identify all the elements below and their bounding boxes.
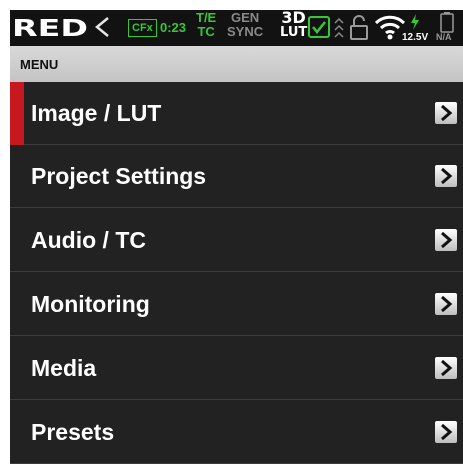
lut-bottom: LUT [280, 25, 308, 40]
unlock-icon[interactable] [348, 15, 370, 41]
back-button[interactable] [94, 15, 110, 45]
chevron-right-icon[interactable] [435, 229, 457, 251]
timecode-bottom: TC [197, 24, 215, 39]
menu-item-media[interactable]: Media [10, 337, 463, 400]
chevron-right-icon[interactable] [435, 357, 457, 379]
menu-item-project-settings[interactable]: Project Settings [10, 145, 463, 208]
menu-item-label: Audio / TC [31, 227, 146, 253]
timecode-top: T/E [196, 10, 217, 25]
sync-bottom: SYNC [227, 24, 264, 39]
menu-item-label: Presets [31, 419, 115, 445]
checkbox-icon[interactable] [308, 16, 330, 38]
status-bar: RED CFx 0:23 T/E TC GEN SYNC 3D LUT 12.5… [10, 10, 463, 46]
battery-status: N/A [436, 32, 452, 42]
menu-item-label: Monitoring [31, 291, 150, 317]
chevrons-up-icon [334, 17, 344, 38]
brand-text: RED [12, 17, 88, 39]
sync-top: GEN [230, 10, 260, 25]
power-bolt-icon [411, 14, 419, 30]
menu-item-presets[interactable]: Presets [10, 401, 463, 464]
red-logo: RED [12, 17, 88, 39]
selection-indicator [10, 82, 24, 145]
menu-item-label: Project Settings [31, 163, 207, 189]
lut-top: 3D [281, 8, 306, 27]
menu-list: Image / LUT Project Settings Audio / TC … [10, 82, 463, 464]
menu-item-image-lut[interactable]: Image / LUT [10, 82, 463, 145]
battery-icon [440, 12, 454, 33]
chevron-right-icon[interactable] [435, 421, 457, 443]
menu-header: MENU [10, 46, 463, 82]
menu-title: MENU [20, 57, 59, 72]
sync-indicator[interactable]: GEN SYNC [227, 11, 263, 39]
media-indicator[interactable]: CFx [128, 19, 157, 37]
media-remaining-time: 0:23 [160, 20, 187, 35]
timecode-indicator[interactable]: T/E TC [196, 11, 216, 39]
menu-item-label: Media [31, 355, 97, 381]
chevron-left-icon [95, 17, 109, 37]
voltage-readout: 12.5V [402, 32, 429, 43]
lut-indicator[interactable]: 3D LUT [280, 10, 307, 40]
chevron-right-icon[interactable] [435, 102, 457, 124]
menu-item-monitoring[interactable]: Monitoring [10, 273, 463, 336]
chevron-right-icon[interactable] [435, 165, 457, 187]
menu-item-audio-tc[interactable]: Audio / TC [10, 209, 463, 272]
menu-item-label: Image / LUT [31, 100, 162, 126]
chevron-right-icon[interactable] [435, 293, 457, 315]
